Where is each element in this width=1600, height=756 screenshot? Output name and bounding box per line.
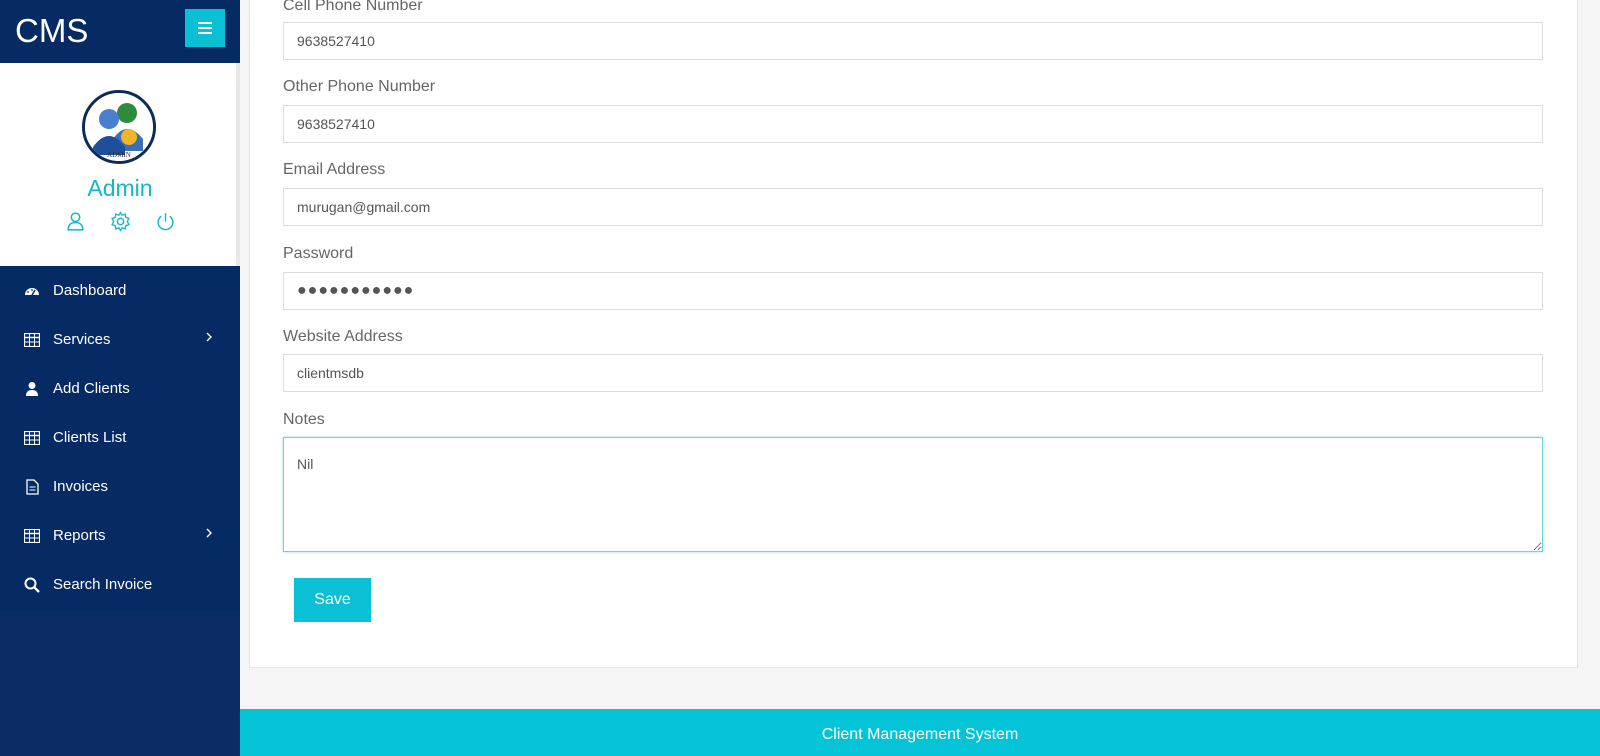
profile-panel: ADMIN Admin xyxy=(0,63,240,266)
password-label: Password xyxy=(283,245,354,262)
chevron-right-icon xyxy=(206,332,212,342)
cell-phone-input[interactable] xyxy=(283,22,1543,60)
profile-name[interactable]: Admin xyxy=(0,175,240,202)
email-input[interactable] xyxy=(283,188,1543,226)
website-label: Website Address xyxy=(283,328,403,345)
svg-text:ADMIN: ADMIN xyxy=(107,151,131,159)
sidebar-item-label: Services xyxy=(53,331,111,348)
search-icon xyxy=(24,577,40,593)
sidebar: CMS ADMIN Admin Dashboard Services Add C… xyxy=(0,0,240,756)
footer: Client Management System xyxy=(240,709,1600,756)
sidebar-item-invoices[interactable]: Invoices xyxy=(0,462,240,511)
save-button[interactable]: Save xyxy=(294,578,371,622)
brand-title[interactable]: CMS xyxy=(15,12,88,50)
user-icon xyxy=(24,381,40,397)
sidebar-item-add-clients[interactable]: Add Clients xyxy=(0,364,240,413)
power-logout-icon[interactable] xyxy=(155,211,176,232)
sidebar-filler xyxy=(0,611,240,756)
sidebar-item-clients-list[interactable]: Clients List xyxy=(0,413,240,462)
sidebar-nav: Dashboard Services Add Clients Clients L… xyxy=(0,266,240,609)
table-icon xyxy=(24,332,40,348)
avatar: ADMIN xyxy=(82,90,156,164)
password-input[interactable] xyxy=(283,272,1543,310)
sidebar-item-label: Invoices xyxy=(53,478,109,495)
sidebar-item-dashboard[interactable]: Dashboard xyxy=(0,266,240,315)
sidebar-item-label: Add Clients xyxy=(53,380,130,397)
sidebar-item-label: Dashboard xyxy=(53,282,127,299)
file-icon xyxy=(24,478,40,495)
client-form-card xyxy=(249,0,1578,668)
sidebar-item-search-invoice[interactable]: Search Invoice xyxy=(0,560,240,609)
chevron-right-icon xyxy=(206,528,212,538)
settings-gear-icon[interactable] xyxy=(110,211,131,232)
hamburger-icon xyxy=(198,22,212,24)
sidebar-item-label: Clients List xyxy=(53,429,127,446)
user-profile-icon[interactable] xyxy=(65,211,86,232)
notes-textarea[interactable]: Nil xyxy=(283,437,1543,552)
brand-bar: CMS xyxy=(0,0,240,63)
dashboard-icon xyxy=(24,283,40,299)
email-label: Email Address xyxy=(283,161,386,178)
cell-phone-label: Cell Phone Number xyxy=(283,0,423,14)
website-input[interactable] xyxy=(283,354,1543,392)
other-phone-input[interactable] xyxy=(283,105,1543,143)
table-icon xyxy=(24,430,40,446)
notes-label: Notes xyxy=(283,411,325,428)
admin-avatar-icon: ADMIN xyxy=(85,93,153,161)
sidebar-item-label: Reports xyxy=(53,527,106,544)
sidebar-item-label: Search Invoice xyxy=(53,576,153,593)
table-icon xyxy=(24,528,40,544)
other-phone-label: Other Phone Number xyxy=(283,78,436,95)
menu-toggle-button[interactable] xyxy=(185,9,225,47)
sidebar-item-reports[interactable]: Reports xyxy=(0,511,240,560)
profile-actions xyxy=(0,211,240,232)
sidebar-item-services[interactable]: Services xyxy=(0,315,240,364)
